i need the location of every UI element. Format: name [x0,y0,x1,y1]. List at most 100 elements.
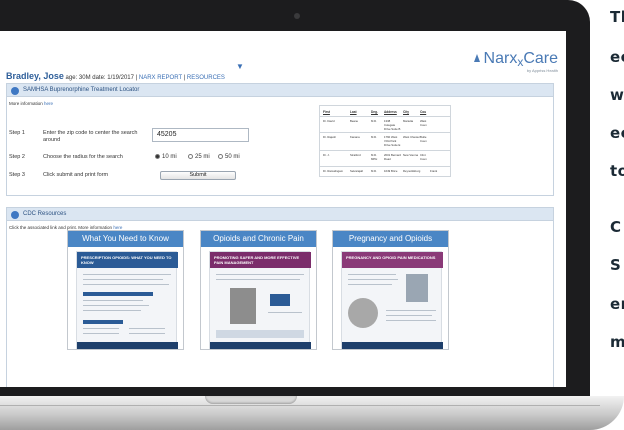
radius-25-label: 25 mi [195,154,210,160]
poster-thumbnail[interactable]: PROMOTING SAFER AND MORE EFFECTIVE PAIN … [209,251,311,349]
panel-toggle-icon[interactable] [11,87,19,95]
cdc-panel: CDC Resources Click the associated link … [6,207,554,387]
radius-option-10[interactable]: 10 mi [155,154,177,160]
radius-10-label: 10 mi [162,154,177,160]
table-cell: Selvarajah [350,169,364,173]
chevron-down-icon: ▼ [236,62,244,71]
side-caption: Th ec wi ec to C S er m [600,0,624,396]
laptop-base-edge [0,405,600,406]
step3-text: Click submit and print form [43,172,109,178]
brand-suffix: Care [523,50,558,67]
table-cell: Wast Coun [420,119,427,127]
caption-line: ec [610,124,624,142]
table-cell: M.D. [371,169,377,173]
poster-title: PRESCRIPTION OPIOIDS: WHAT YOU NEED TO K… [77,252,178,268]
poster-title: PREGNANCY AND OPIOID PAIN MEDICATIONS [342,252,443,268]
table-cell: 1760 West VOA Park Drive Suite E [384,135,401,147]
radio-selected-icon [155,154,160,159]
table-cell: Dr. Rajesh [323,135,337,139]
table-header: Deg. [371,110,378,114]
card-title[interactable]: What You Need to Know [68,231,183,247]
caption-line: S [610,256,622,274]
table-cell: Kanana [350,135,360,139]
cdc-title: CDC Resources [23,211,67,217]
samhsa-title: SAMHSA Buprenorphine Treatment Locator [23,87,140,93]
caption-line: m [610,333,624,351]
samhsa-more-info: More information here [7,97,553,110]
narxcare-logo: NarxxCare by Appriss Health [472,50,558,73]
patient-age: age: 30M [65,75,91,81]
samhsa-panel: SAMHSA Buprenorphine Treatment Locator M… [6,83,554,196]
step1-text: Enter the zip code to center the search … [43,130,138,143]
separator: | [135,75,138,81]
table-cell: Stratford [350,153,361,157]
caption-line: to [610,162,624,180]
table-header: Address [384,110,397,114]
table-header: City [403,110,410,114]
table-cell: Dr. J. [323,153,330,157]
cdc-panel-header[interactable]: CDC Resources [7,208,553,221]
table-cell: 1338 Colegate Drive Suite B [384,119,401,131]
step3-label: Step 3 [9,172,25,178]
resources-link[interactable]: RESOURCES [187,75,225,81]
resource-card-pregnancy[interactable]: Pregnancy and Opioids PREGNANCY AND OPIO… [332,230,449,350]
submit-button[interactable]: Submit [160,171,236,180]
zip-code-input[interactable]: 45205 [152,128,249,142]
step2-text: Choose the radius for the search [43,154,123,160]
step1-label: Step 1 [9,130,25,136]
patient-name: Bradley, Jose [6,71,64,81]
radio-icon [188,154,193,159]
narxcare-mark-icon [473,54,480,62]
table-cell: Frank [430,169,438,173]
laptop-base [0,396,624,430]
caption-line: Th [610,8,624,26]
caption-line: wi [610,86,624,104]
radius-option-25[interactable]: 25 mi [188,154,210,160]
table-cell: Marietta [403,119,414,123]
table-cell: Beane [350,119,359,123]
table-cell: West Chester [403,135,420,139]
patient-header: Bradley, Jose age: 30M date: 1/19/2017 |… [6,71,225,81]
brand-prefix: Narx [483,50,518,67]
card-title[interactable]: Pregnancy and Opioids [333,231,448,247]
table-cell: M.D. [371,135,377,139]
table-cell: Dr. Ramalingam [323,169,344,173]
table-cell: 1649 Brice [384,169,398,173]
laptop-opening-notch [205,396,297,404]
table-header: Last [350,110,357,114]
step2-label: Step 2 [9,154,25,160]
poster-thumbnail[interactable]: PRESCRIPTION OPIOIDS: WHAT YOU NEED TO K… [76,251,178,349]
narx-report-link[interactable]: NARX REPORT [139,75,182,81]
table-header: First [323,110,330,114]
table-cell: Butle Coun [420,135,427,143]
caption-line: er [610,295,624,313]
more-info-link[interactable]: here [44,101,53,106]
camera-icon [294,13,300,19]
separator: | [183,75,186,81]
radius-option-50[interactable]: 50 mi [218,154,240,160]
samhsa-panel-header[interactable]: SAMHSA Buprenorphine Treatment Locator [7,84,553,97]
table-cell: Clint Coun [420,153,427,161]
resource-card-chronic-pain[interactable]: Opioids and Chronic Pain PROMOTING SAFER… [200,230,317,350]
caption-line: C [610,218,622,236]
table-cell: M.D. MPH [371,153,378,161]
radius-50-label: 50 mi [225,154,240,160]
radio-icon [218,154,223,159]
report-date: date: 1/19/2017 [92,75,134,81]
table-cell: 2001 Bernard Road [384,153,401,161]
caption-line: ec [610,48,624,66]
card-title[interactable]: Opioids and Chronic Pain [201,231,316,247]
laptop-screen: NarxxCare by Appriss Health ▼ Bradley, J… [0,31,566,387]
stage: NarxxCare by Appriss Health ▼ Bradley, J… [0,0,624,430]
more-info-label: More information [9,101,43,106]
poster-title: PROMOTING SAFER AND MORE EFFECTIVE PAIN … [210,252,311,268]
table-cell: New Vienna [403,153,419,157]
table-cell: Dr. David [323,119,335,123]
table-cell: Reynoldsburg [403,169,421,173]
table-cell: M.D. [371,119,377,123]
poster-thumbnail[interactable]: PREGNANCY AND OPIOID PAIN MEDICATIONS [341,251,443,349]
resource-card-what-you-need[interactable]: What You Need to Know PRESCRIPTION OPIOI… [67,230,184,350]
locator-results-table: First Last Deg. Address City Cou Dr. Dav… [319,105,451,177]
panel-toggle-icon[interactable] [11,211,19,219]
table-header: Cou [420,110,427,114]
